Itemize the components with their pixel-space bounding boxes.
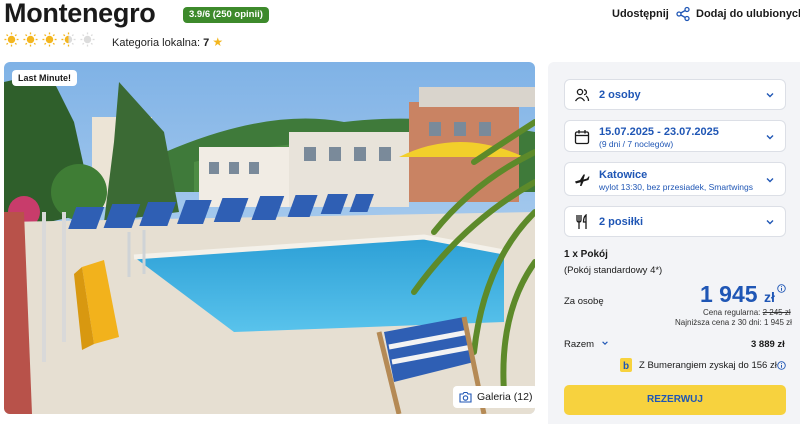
bumerang-promo: Z Bumerangiem zyskaj do 156 zł [639, 360, 777, 371]
chevron-down-icon [766, 220, 774, 225]
sun-rating [4, 32, 95, 47]
persons-label: 2 osoby [599, 89, 641, 101]
last-minute-badge: Last Minute! [12, 70, 77, 86]
regular-price: Cena regularna: 2 245 zł [703, 308, 791, 317]
plane-icon [575, 174, 590, 186]
chevron-down-icon [766, 178, 774, 183]
bumerang-icon: b [620, 358, 632, 372]
calendar-icon [574, 130, 590, 145]
flight-sub: wylot 13:30, bez przesiadek, Smartwings [599, 182, 754, 192]
share-icon [676, 6, 690, 22]
page-title: Montenegro [4, 0, 156, 28]
reserve-button[interactable]: REZERWUJ [564, 385, 786, 415]
regular-price-label: Cena regularna: [703, 308, 761, 317]
dates-sub: (9 dni / 7 noclegów) [599, 139, 674, 149]
share-button[interactable]: Udostępnij [612, 6, 691, 22]
favorite-label: Dodaj do ulubionych [696, 8, 800, 20]
total-label: Razem [564, 339, 595, 350]
price-value: 1 945 [700, 281, 758, 307]
share-label: Udostępnij [612, 8, 669, 20]
sun-icon [42, 32, 57, 47]
flight-select[interactable]: Katowice wylot 13:30, bez przesiadek, Sm… [564, 162, 786, 196]
lowest-price-30-days: Najniższa cena z 30 dni: 1 945 zł [675, 318, 792, 327]
meals-label: 2 posiłki [599, 216, 644, 228]
star-icon: ★ [212, 35, 224, 49]
info-icon[interactable] [777, 361, 786, 370]
local-category: Kategoria lokalna: 7 ★ [112, 35, 223, 49]
favorite-button[interactable]: Dodaj do ulubionych [696, 6, 800, 22]
sun-icon [4, 32, 19, 47]
rating-badge[interactable]: 3.9/6 (250 opinii) [183, 7, 269, 23]
chevron-down-icon [766, 135, 774, 140]
total-value: 3 889 zł [751, 339, 785, 350]
info-icon[interactable] [777, 284, 786, 293]
price-currency: zł [763, 289, 775, 305]
persons-select[interactable]: 2 osoby [564, 79, 786, 110]
dates-select[interactable]: 15.07.2025 - 23.07.2025 (9 dni / 7 nocle… [564, 120, 786, 152]
pool-scene-image [4, 62, 535, 414]
per-person-label: Za osobę [564, 296, 604, 307]
category-label: Kategoria lokalna: [112, 37, 201, 49]
dates-label: 15.07.2025 - 23.07.2025 [599, 126, 719, 138]
flight-label: Katowice [599, 169, 648, 181]
room-type: (Pokój standardowy 4*) [564, 265, 663, 276]
total-toggle[interactable]: Razem [564, 339, 609, 350]
price-per-person: 1 945 zł [700, 281, 775, 308]
people-icon [574, 88, 590, 102]
regular-price-value: 2 245 zł [762, 308, 791, 317]
svg-text:b: b [623, 361, 629, 372]
half-sun-icon [61, 32, 76, 47]
chevron-down-icon [766, 93, 774, 98]
category-value: 7 [203, 37, 210, 49]
gallery-label: Galeria (12) [477, 391, 533, 403]
camera-icon [459, 391, 472, 403]
gallery-button[interactable]: Galeria (12) [453, 386, 539, 408]
cutlery-icon [576, 214, 587, 229]
empty-sun-icon [80, 32, 95, 47]
meals-select[interactable]: 2 posiłki [564, 206, 786, 237]
chevron-down-icon [601, 341, 608, 345]
room-count: 1 x Pokój [564, 249, 608, 260]
sun-icon [23, 32, 38, 47]
hotel-photo[interactable] [4, 62, 535, 414]
